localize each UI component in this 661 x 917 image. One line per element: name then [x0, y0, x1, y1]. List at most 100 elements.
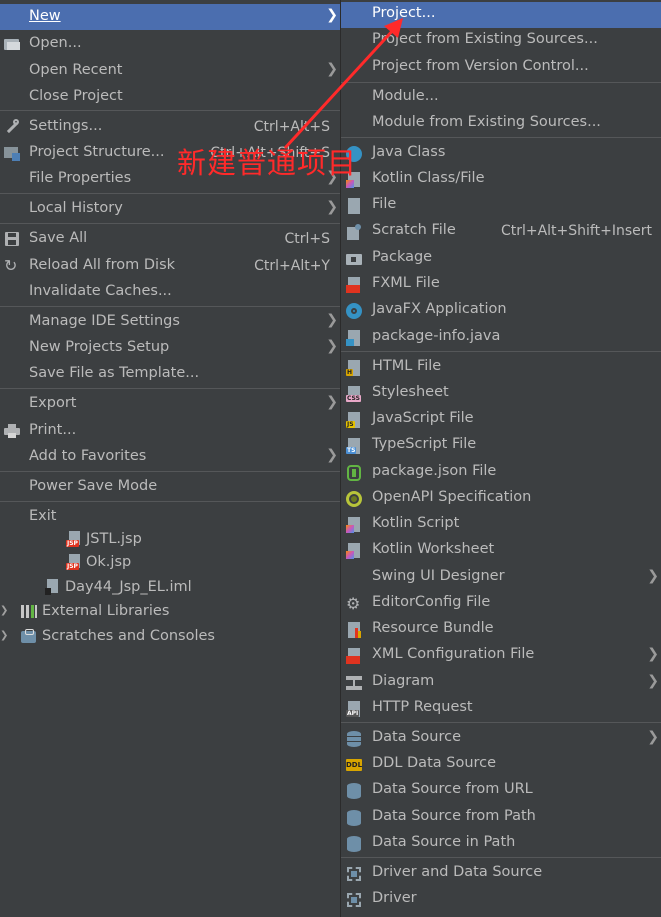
- menu-item-open[interactable]: Open...: [0, 31, 340, 57]
- menu-item-settings[interactable]: Settings... Ctrl+Alt+S: [0, 114, 340, 140]
- menu-item-label: Project from Version Control...: [372, 58, 589, 74]
- menu-item-typescript-file[interactable]: TS TypeScript File: [341, 433, 661, 459]
- menu-item-label: Driver and Data Source: [372, 864, 543, 880]
- javafx-class-icon: [346, 303, 362, 319]
- project-tree: JSP JSTL.jsp JSP Ok.jsp Day44_Jsp_EL.iml…: [0, 527, 340, 917]
- menu-item-kotlin-worksheet[interactable]: Kotlin Worksheet: [341, 538, 661, 564]
- menu-item-data-source[interactable]: Data Source ❯: [341, 726, 661, 752]
- menu-item-invalidate-caches[interactable]: Invalidate Caches...: [0, 279, 340, 305]
- menu-item-label: JavaFX Application: [372, 301, 507, 317]
- menu-item-driver[interactable]: Driver: [341, 887, 661, 913]
- menu-item-package[interactable]: Package: [341, 246, 661, 272]
- package-icon: [346, 251, 362, 267]
- menu-item-project-from-existing-sources[interactable]: Project from Existing Sources...: [341, 28, 661, 54]
- database-icon: [346, 731, 362, 747]
- menu-item-kotlin-script[interactable]: Kotlin Script: [341, 512, 661, 538]
- menu-item-data-source-in-path[interactable]: Data Source in Path: [341, 831, 661, 857]
- tree-item-jstl-jsp[interactable]: JSP JSTL.jsp: [66, 527, 142, 551]
- tree-item-scratches[interactable]: ❯ Scratches and Consoles: [0, 624, 330, 648]
- menu-item-add-to-favorites[interactable]: Add to Favorites ❯: [0, 444, 340, 470]
- menu-item-shortcut: Ctrl+Alt+S: [253, 119, 330, 135]
- menu-item-label: Kotlin Script: [372, 515, 460, 531]
- tree-item-ok-jsp[interactable]: JSP Ok.jsp: [66, 550, 131, 574]
- xml-file-icon: [346, 648, 362, 664]
- menu-item-file[interactable]: File: [341, 193, 661, 219]
- menu-item-shortcut: Ctrl+Alt+Y: [254, 258, 330, 274]
- menu-item-kotlin-class[interactable]: Kotlin Class/File: [341, 167, 661, 193]
- menu-separator: [0, 306, 340, 307]
- menu-item-swing-ui-designer[interactable]: Swing UI Designer ❯: [341, 565, 661, 591]
- menu-item-data-source-from-path[interactable]: Data Source from Path: [341, 805, 661, 831]
- menu-item-project-from-vcs[interactable]: Project from Version Control...: [341, 55, 661, 81]
- file-menu: New ❯ Open... Open Recent ❯ Close Projec…: [0, 0, 341, 529]
- menu-item-editorconfig[interactable]: ⚙ EditorConfig File: [341, 591, 661, 617]
- menu-item-new[interactable]: New ❯: [0, 4, 340, 30]
- menu-item-module[interactable]: Module...: [341, 85, 661, 111]
- menu-item-label: Open Recent: [29, 62, 123, 78]
- menu-item-shortcut: Ctrl+Alt+Shift+Insert: [500, 223, 652, 239]
- menu-item-http-request[interactable]: API HTTP Request: [341, 696, 661, 722]
- file-icon: [346, 198, 362, 214]
- menu-item-fxml-file[interactable]: FXML File: [341, 272, 661, 298]
- menu-item-label: Data Source: [372, 729, 462, 745]
- menu-item-label: Settings...: [29, 118, 103, 134]
- menu-item-ddl-data-source[interactable]: DDL DDL Data Source: [341, 752, 661, 778]
- menu-item-label: Add to Favorites: [29, 448, 147, 464]
- expand-arrow-icon[interactable]: ❯: [0, 630, 8, 642]
- menu-item-package-info[interactable]: package-info.java: [341, 325, 661, 351]
- menu-item-label: DDL Data Source: [372, 755, 497, 771]
- menu-item-label: JavaScript File: [372, 410, 474, 426]
- menu-item-label: Close Project: [29, 88, 123, 104]
- menu-item-label: Kotlin Worksheet: [372, 541, 495, 557]
- menu-item-java-class[interactable]: Java Class: [341, 141, 661, 167]
- menu-item-data-source-from-url[interactable]: Data Source from URL: [341, 778, 661, 804]
- menu-item-project[interactable]: Project...: [341, 2, 661, 28]
- menu-item-export[interactable]: Export ❯: [0, 391, 340, 417]
- menu-item-label: EditorConfig File: [372, 594, 491, 610]
- menu-item-javafx-application[interactable]: JavaFX Application: [341, 298, 661, 324]
- menu-item-openapi[interactable]: OpenAPI Specification: [341, 486, 661, 512]
- menu-item-label: Driver: [372, 890, 417, 906]
- menu-item-save-all[interactable]: Save All Ctrl+S: [0, 226, 340, 252]
- menu-item-label: Stylesheet: [372, 384, 449, 400]
- menu-item-label: FXML File: [372, 275, 440, 291]
- menu-item-label: Manage IDE Settings: [29, 313, 180, 329]
- menu-item-html-file[interactable]: H HTML File: [341, 355, 661, 381]
- menu-item-reload-all[interactable]: ↻ Reload All from Disk Ctrl+Alt+Y: [0, 253, 340, 279]
- menu-item-print[interactable]: Print...: [0, 418, 340, 444]
- menu-item-manage-ide-settings[interactable]: Manage IDE Settings ❯: [0, 309, 340, 335]
- tree-item-external-libraries[interactable]: ❯ External Libraries: [0, 599, 330, 623]
- submenu-arrow-icon: ❯: [647, 646, 659, 662]
- menu-item-label: HTTP Request: [372, 699, 473, 715]
- menu-item-save-file-as-template[interactable]: Save File as Template...: [0, 361, 340, 387]
- menu-item-driver-and-data-source[interactable]: Driver and Data Source: [341, 861, 661, 887]
- menu-item-package-json[interactable]: package.json File: [341, 460, 661, 486]
- menu-item-resource-bundle[interactable]: Resource Bundle: [341, 617, 661, 643]
- menu-item-close-project[interactable]: Close Project: [0, 84, 340, 110]
- diagram-icon: [346, 675, 362, 691]
- html-file-icon: H: [346, 360, 362, 376]
- menu-item-label: Data Source in Path: [372, 834, 516, 850]
- menu-item-label: Local History: [29, 200, 123, 216]
- menu-item-power-save-mode[interactable]: Power Save Mode: [0, 474, 340, 500]
- tree-item-iml[interactable]: Day44_Jsp_EL.iml: [45, 575, 192, 599]
- menu-item-scratch-file[interactable]: Scratch File Ctrl+Alt+Shift+Insert: [341, 219, 661, 245]
- menu-item-local-history[interactable]: Local History ❯: [0, 196, 340, 222]
- menu-item-shortcut: Ctrl+S: [284, 231, 330, 247]
- menu-item-module-from-existing-sources[interactable]: Module from Existing Sources...: [341, 111, 661, 137]
- menu-item-label: TypeScript File: [372, 436, 477, 452]
- menu-item-exit[interactable]: Exit: [0, 504, 340, 530]
- expand-arrow-icon[interactable]: ❯: [0, 605, 8, 617]
- kotlin-script-icon: [346, 517, 362, 533]
- submenu-arrow-icon: ❯: [647, 729, 659, 745]
- submenu-arrow-icon: ❯: [326, 61, 338, 77]
- menu-item-open-recent[interactable]: Open Recent ❯: [0, 58, 340, 84]
- menu-item-javascript-file[interactable]: JS JavaScript File: [341, 407, 661, 433]
- new-submenu: Project... Project from Existing Sources…: [340, 0, 661, 917]
- menu-item-stylesheet[interactable]: CSS Stylesheet: [341, 381, 661, 407]
- menu-item-diagram[interactable]: Diagram ❯: [341, 670, 661, 696]
- menu-item-xml-configuration-file[interactable]: XML Configuration File ❯: [341, 643, 661, 669]
- submenu-arrow-icon: ❯: [326, 447, 338, 463]
- menu-item-label: Save All: [29, 230, 88, 246]
- menu-item-new-projects-setup[interactable]: New Projects Setup ❯: [0, 335, 340, 361]
